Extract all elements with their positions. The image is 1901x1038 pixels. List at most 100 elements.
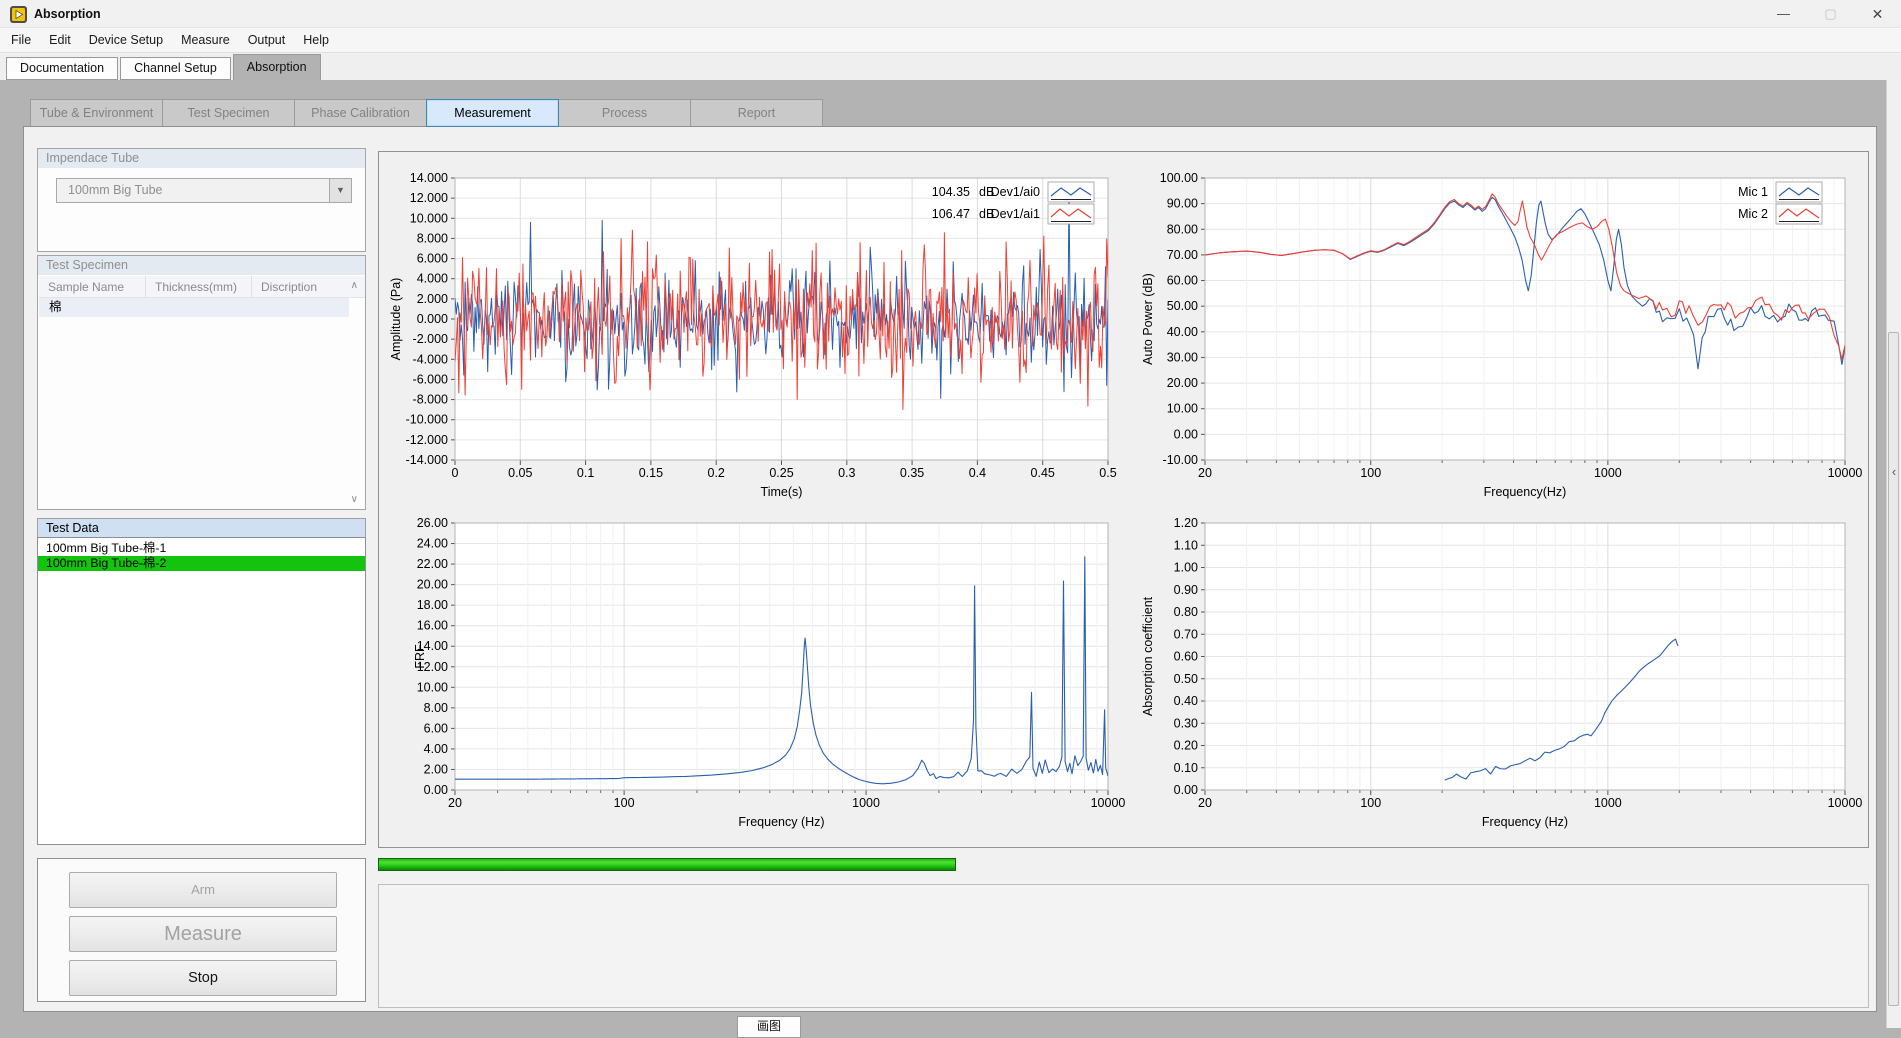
svg-text:90.00: 90.00 (1167, 197, 1198, 211)
sub-tab[interactable]: Tube & Environment (30, 99, 163, 127)
svg-text:0.4: 0.4 (969, 466, 986, 480)
scroll-down-icon[interactable]: ∨ (351, 494, 358, 505)
svg-text:-4.000: -4.000 (413, 352, 448, 366)
svg-text:0.60: 0.60 (1174, 650, 1198, 664)
svg-text:0.80: 0.80 (1174, 605, 1198, 619)
svg-text:1000: 1000 (852, 796, 880, 810)
svg-text:1.10: 1.10 (1174, 538, 1198, 552)
minimize-button[interactable]: — (1760, 0, 1807, 28)
output-panel (378, 884, 1869, 1008)
menu-item[interactable]: Device Setup (80, 28, 172, 52)
svg-text:30.00: 30.00 (1167, 350, 1198, 364)
impedance-tube-title: Impendace Tube (38, 149, 365, 168)
plot-area (455, 523, 1108, 790)
impedance-tube-group: Impendace Tube 100mm Big Tube ▼ (37, 148, 366, 252)
test-data-item[interactable]: 100mm Big Tube-棉-1 (38, 541, 365, 556)
svg-text:100.00: 100.00 (1160, 171, 1198, 185)
test-data-item[interactable]: 100mm Big Tube-棉-2 (38, 556, 365, 571)
legend-label: Dev1/ai1 (991, 207, 1040, 221)
svg-text:40.00: 40.00 (1167, 325, 1198, 339)
dropdown-arrow-icon[interactable]: ▼ (329, 179, 351, 202)
svg-text:0.45: 0.45 (1031, 466, 1055, 480)
x-axis-label: Frequency (Hz) (738, 815, 824, 829)
svg-text:-12.000: -12.000 (406, 433, 448, 447)
legend-label: Mic 1 (1738, 185, 1768, 199)
menu-item[interactable]: Help (294, 28, 338, 52)
menu-item[interactable]: Edit (40, 28, 80, 52)
svg-text:4.00: 4.00 (424, 742, 448, 756)
main-tab[interactable]: Channel Setup (120, 57, 231, 80)
tube-select-dropdown[interactable]: 100mm Big Tube ▼ (56, 178, 352, 203)
arm-button[interactable]: Arm (69, 872, 337, 908)
svg-text:10000: 10000 (1828, 796, 1863, 810)
svg-text:4.000: 4.000 (417, 272, 448, 286)
svg-text:0.15: 0.15 (639, 466, 663, 480)
svg-text:20: 20 (448, 796, 462, 810)
svg-text:0.5: 0.5 (1099, 466, 1116, 480)
svg-text:0.00: 0.00 (424, 783, 448, 797)
main-tab[interactable]: Documentation (6, 57, 118, 80)
specimen-table-row[interactable]: 棉 (39, 298, 349, 317)
sub-tab[interactable]: Test Specimen (162, 99, 295, 127)
svg-text:0.1: 0.1 (577, 466, 594, 480)
time-waveform-chart: 14.00012.00010.0008.0006.0004.0002.0000.… (380, 153, 1125, 505)
svg-text:70.00: 70.00 (1167, 248, 1198, 262)
sub-tab[interactable]: Measurement (426, 99, 559, 127)
menu-item[interactable]: File (2, 28, 40, 52)
title-bar: Absorption — ▢ ✕ (0, 0, 1901, 28)
vertical-scrollbar-thumb[interactable] (1888, 332, 1899, 1006)
scroll-up-icon[interactable]: ∧ (351, 280, 358, 291)
specimen-column-header: Discription (252, 276, 342, 297)
svg-text:0.35: 0.35 (900, 466, 924, 480)
svg-text:26.00: 26.00 (417, 516, 448, 530)
x-axis-label: Time(s) (761, 485, 803, 499)
specimen-column-header: Thickness(mm) (146, 276, 252, 297)
svg-text:2.000: 2.000 (417, 292, 448, 306)
svg-text:8.00: 8.00 (424, 701, 448, 715)
svg-text:0.000: 0.000 (417, 312, 448, 326)
x-axis-label: Frequency (Hz) (1482, 815, 1568, 829)
y-axis-label: Absorption coefficient (1141, 596, 1155, 716)
svg-text:1000: 1000 (1594, 466, 1622, 480)
level-readout-value: 104.35 (932, 185, 970, 199)
svg-text:1.00: 1.00 (1174, 561, 1198, 575)
svg-text:100: 100 (1360, 466, 1381, 480)
legend-label: Mic 2 (1738, 207, 1768, 221)
sub-tab[interactable]: Report (690, 99, 823, 127)
svg-text:0: 0 (452, 466, 459, 480)
test-specimen-title: Test Specimen (38, 256, 365, 275)
svg-text:1.20: 1.20 (1174, 516, 1198, 530)
sub-tab[interactable]: Phase Calibration (294, 99, 427, 127)
y-axis-label: FRF (413, 644, 427, 669)
svg-text:0.50: 0.50 (1174, 672, 1198, 686)
svg-text:50.00: 50.00 (1167, 299, 1198, 313)
measure-button[interactable]: Measure (69, 916, 337, 952)
legend-label: Dev1/ai0 (991, 185, 1040, 199)
close-button[interactable]: ✕ (1854, 0, 1901, 28)
svg-text:20.00: 20.00 (1167, 376, 1198, 390)
y-axis-label: Amplitude (Pa) (389, 278, 403, 361)
level-readout-value: 106.47 (932, 207, 970, 221)
collapse-panel-arrow-icon[interactable]: ‹ (1888, 464, 1900, 479)
svg-text:100: 100 (1360, 796, 1381, 810)
stop-button[interactable]: Stop (69, 960, 337, 996)
menu-item[interactable]: Measure (172, 28, 239, 52)
svg-text:8.000: 8.000 (417, 231, 448, 245)
maximize-button: ▢ (1807, 0, 1854, 28)
bottom-hidden-tab[interactable]: 画图 (737, 1016, 801, 1038)
svg-text:0.70: 0.70 (1174, 627, 1198, 641)
absorption-coefficient-chart: 1.201.101.000.900.800.700.600.500.400.30… (1128, 506, 1888, 846)
svg-text:10.00: 10.00 (1167, 402, 1198, 416)
svg-text:100: 100 (614, 796, 635, 810)
test-specimen-group: Test Specimen Sample NameThickness(mm)Di… (37, 255, 366, 510)
menu-item[interactable]: Output (239, 28, 295, 52)
sub-tab[interactable]: Process (558, 99, 691, 127)
window-title: Absorption (34, 0, 101, 28)
svg-text:10.00: 10.00 (417, 680, 448, 694)
svg-text:0.90: 0.90 (1174, 583, 1198, 597)
svg-text:-14.000: -14.000 (406, 453, 448, 467)
main-tab[interactable]: Absorption (233, 54, 321, 81)
specimen-table-header: Sample NameThickness(mm)Discription (39, 276, 365, 298)
svg-text:16.00: 16.00 (417, 619, 448, 633)
svg-text:0.00: 0.00 (1174, 783, 1198, 797)
